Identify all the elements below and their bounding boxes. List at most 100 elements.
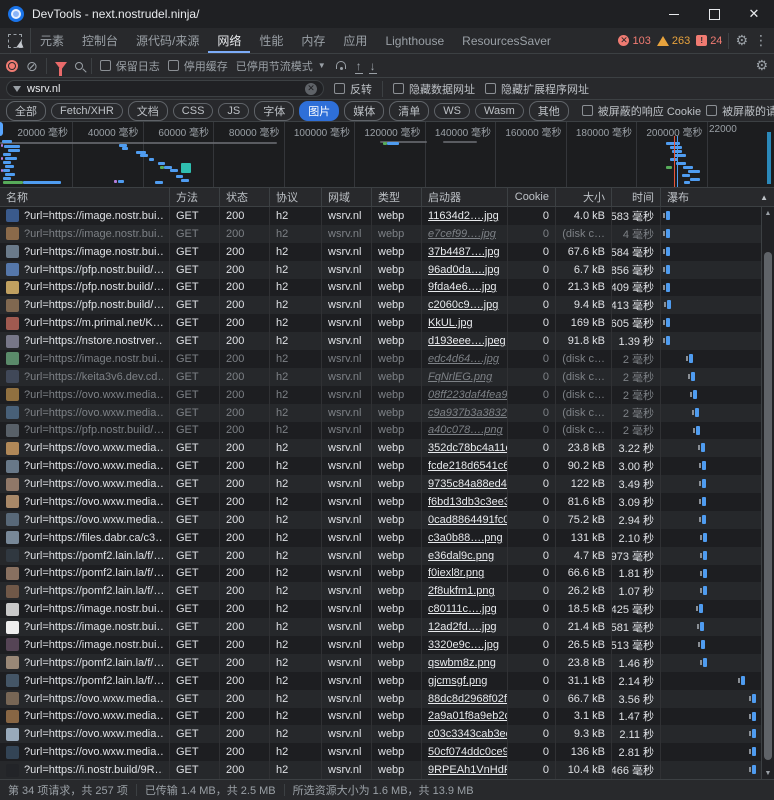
table-row[interactable]: ?url=https://ovo.wxw.media…GET200h2wsrv.… (0, 690, 761, 708)
table-row[interactable]: ?url=https://pomf2.lain.la/f/…GET200h2ws… (0, 565, 761, 583)
column-header-方法[interactable]: 方法 (170, 188, 220, 206)
initiator-link[interactable]: c9a937b3a3832c… (428, 407, 508, 419)
initiator-link[interactable]: 37b4487….jpg (428, 246, 500, 258)
table-row[interactable]: ?url=https://keita3v6.dev.cd…GET200h2wsr… (0, 368, 761, 386)
table-row[interactable]: ?url=https://pomf2.lain.la/f/…GET200h2ws… (0, 672, 761, 690)
type-chip-其他[interactable]: 其他 (529, 101, 569, 121)
request-name[interactable]: ?url=https://pomf2.lain.la/f/… (24, 657, 163, 669)
filter-input[interactable]: wsrv.nl ✕ (6, 80, 324, 97)
table-row[interactable]: ?url=https://nstore.nostrver…GET200h2wsr… (0, 332, 761, 350)
request-name[interactable]: ?url=https://image.nostr.bui… (24, 621, 163, 633)
throttling-dropdown[interactable]: 已停用节流模式 ▼ (236, 58, 326, 74)
request-name[interactable]: ?url=https://ovo.wxw.media… (24, 514, 163, 526)
column-header-Cookie[interactable]: Cookie (508, 188, 556, 206)
request-name[interactable]: ?url=https://ovo.wxw.media… (24, 710, 163, 722)
request-name[interactable]: ?url=https://ovo.wxw.media… (24, 728, 163, 740)
tab-元素[interactable]: 元素 (31, 28, 73, 53)
initiator-link[interactable]: 11634d2….jpg (428, 210, 499, 222)
hide-data-urls-checkbox[interactable]: 隐藏数据网址 (393, 81, 475, 97)
table-scrollbar[interactable]: ▲ ▼ (761, 207, 774, 779)
scroll-down-icon[interactable]: ▼ (762, 767, 774, 779)
blocked-requests-checkbox[interactable]: 被屏蔽的请求 (706, 103, 774, 119)
initiator-link[interactable]: fcde218d6541c6… (428, 460, 508, 472)
initiator-link[interactable]: KkUL.jpg (428, 317, 473, 329)
tab-Lighthouse[interactable]: Lighthouse (376, 28, 453, 53)
table-row[interactable]: ?url=https://ovo.wxw.media…GET200h2wsrv.… (0, 743, 761, 761)
settings-gear-icon[interactable]: ⚙ (735, 32, 748, 49)
table-row[interactable]: ?url=https://image.nostr.bui…GET200h2wsr… (0, 636, 761, 654)
initiator-link[interactable]: 08ff223daf4fea9… (428, 389, 508, 401)
kebab-menu-icon[interactable]: ⋮ (754, 32, 768, 49)
type-chip-全部[interactable]: 全部 (6, 101, 46, 121)
initiator-link[interactable]: 9fda4e6….jpg (428, 281, 497, 293)
initiator-link[interactable]: f6bd13db3c3ee3… (428, 496, 508, 508)
blocked-cookies-checkbox[interactable]: 被屏蔽的响应 Cookie (582, 103, 701, 119)
disable-cache-checkbox[interactable]: 停用缓存 (168, 58, 228, 74)
overview-left-handle[interactable] (0, 122, 3, 136)
request-name[interactable]: ?url=https://image.nostr.bui… (24, 210, 163, 222)
type-chip-Fetch/XHR[interactable]: Fetch/XHR (51, 103, 123, 119)
request-name[interactable]: ?url=https://pfp.nostr.build/… (24, 299, 163, 311)
column-header-启动器[interactable]: 启动器 (422, 188, 508, 206)
request-name[interactable]: ?url=https://pomf2.lain.la/f/… (24, 675, 163, 687)
initiator-link[interactable]: c3a0b88….png (428, 532, 503, 544)
table-row[interactable]: ?url=https://pfp.nostr.build/…GET200h2ws… (0, 296, 761, 314)
initiator-link[interactable]: e36dal9c.png (428, 550, 494, 562)
tab-ResourcesSaver[interactable]: ResourcesSaver (453, 28, 560, 53)
request-name[interactable]: ?url=https://ovo.wxw.media… (24, 442, 163, 454)
type-chip-图片[interactable]: 图片 (299, 101, 339, 121)
type-chip-清单[interactable]: 清单 (389, 101, 429, 121)
table-row[interactable]: ?url=https://image.nostr.bui…GET200h2wsr… (0, 618, 761, 636)
initiator-link[interactable]: c03c3343cab3ee… (428, 728, 508, 740)
table-row[interactable]: ?url=https://pomf2.lain.la/f/…GET200h2ws… (0, 582, 761, 600)
table-row[interactable]: ?url=https://ovo.wxw.media…GET200h2wsrv.… (0, 404, 761, 422)
request-name[interactable]: ?url=https://files.dabr.ca/c3… (24, 532, 163, 544)
filter-funnel-icon[interactable] (55, 62, 67, 70)
request-name[interactable]: ?url=https://ovo.wxw.media… (24, 478, 163, 490)
type-chip-文档[interactable]: 文档 (128, 101, 168, 121)
request-name[interactable]: ?url=https://image.nostr.bui… (24, 246, 163, 258)
initiator-link[interactable]: 9RPEAh1VnHdPz… (428, 764, 508, 776)
initiator-link[interactable]: gjcmsgf.png (428, 675, 487, 687)
scrollbar-thumb[interactable] (764, 252, 772, 760)
request-name[interactable]: ?url=https://ovo.wxw.media… (24, 746, 163, 758)
table-row[interactable]: ?url=https://pfp.nostr.build/…GET200h2ws… (0, 279, 761, 297)
request-name[interactable]: ?url=https://i.nostr.build/9R… (24, 764, 163, 776)
overview-right-handle[interactable] (767, 132, 771, 184)
initiator-link[interactable]: c80111c….jpg (428, 603, 497, 615)
initiator-link[interactable]: 2a9a01f8a9eb2c… (428, 710, 508, 722)
initiator-link[interactable]: e7cef99….jpg (428, 228, 496, 240)
type-chip-CSS[interactable]: CSS (173, 103, 214, 119)
initiator-link[interactable]: 88dc8d2968f02f… (428, 693, 508, 705)
table-row[interactable]: ?url=https://image.nostr.bui…GET200h2wsr… (0, 350, 761, 368)
network-overview-timeline[interactable]: 20000 毫秒40000 毫秒60000 毫秒80000 毫秒100000 毫… (0, 122, 774, 188)
request-name[interactable]: ?url=https://pfp.nostr.build/… (24, 264, 163, 276)
initiator-link[interactable]: 2f8ukfm1.png (428, 585, 495, 597)
initiator-link[interactable]: 9735c84a88ed48… (428, 478, 508, 490)
preserve-log-checkbox[interactable]: 保留日志 (100, 58, 160, 74)
table-row[interactable]: ?url=https://image.nostr.bui…GET200h2wsr… (0, 243, 761, 261)
console-errors-badge[interactable]: ✕ 103 (618, 35, 650, 47)
request-name[interactable]: ?url=https://ovo.wxw.media… (24, 693, 163, 705)
initiator-link[interactable]: 3320e9c….jpg (428, 639, 499, 651)
type-chip-Wasm[interactable]: Wasm (475, 103, 524, 119)
table-row[interactable]: ?url=https://pfp.nostr.build/…GET200h2ws… (0, 261, 761, 279)
column-header-大小[interactable]: 大小 (556, 188, 612, 206)
initiator-link[interactable]: a40c078….png (428, 424, 503, 436)
column-header-网域[interactable]: 网域 (322, 188, 372, 206)
initiator-link[interactable]: edc4d64….jpg (428, 353, 499, 365)
table-row[interactable]: ?url=https://pfp.nostr.build/…GET200h2ws… (0, 422, 761, 440)
column-header-时间[interactable]: 时间 (612, 188, 661, 206)
initiator-link[interactable]: 352dc78bc4a11e… (428, 442, 508, 454)
initiator-link[interactable]: 12ad2fd….jpg (428, 621, 497, 633)
table-row[interactable]: ?url=https://files.dabr.ca/c3…GET200h2ws… (0, 529, 761, 547)
tab-网络[interactable]: 网络 (208, 28, 250, 53)
initiator-link[interactable]: qswbm8z.png (428, 657, 496, 669)
clear-icon[interactable]: ⊘ (26, 59, 38, 73)
search-icon[interactable] (75, 62, 83, 70)
column-header-瀑布[interactable]: 瀑布▲ (661, 188, 774, 206)
column-header-类型[interactable]: 类型 (372, 188, 422, 206)
inspect-element-icon[interactable] (8, 34, 22, 48)
request-name[interactable]: ?url=https://pomf2.lain.la/f/… (24, 585, 163, 597)
request-name[interactable]: ?url=https://image.nostr.bui… (24, 228, 163, 240)
